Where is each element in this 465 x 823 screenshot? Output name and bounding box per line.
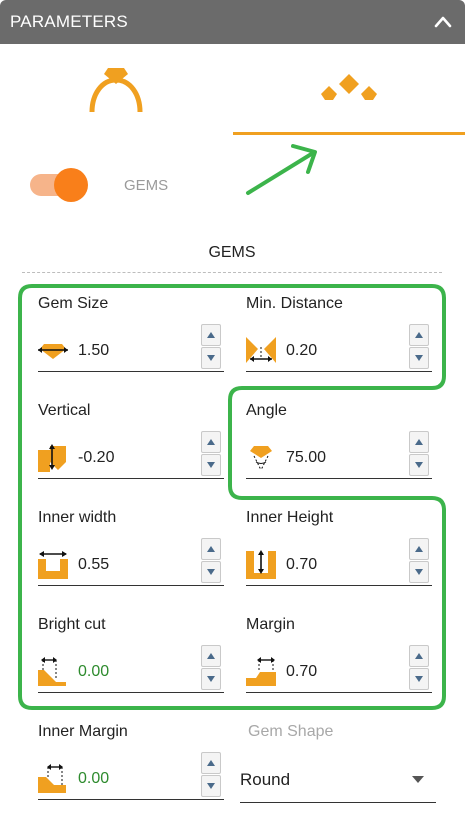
gems-icon	[321, 74, 377, 100]
field-value[interactable]: 0.70	[286, 556, 317, 574]
margin-field: Margin 0.70	[246, 616, 436, 716]
decrement-button[interactable]	[409, 347, 429, 369]
gem-size-field: Gem Size 1.50	[38, 295, 228, 395]
input-underline	[38, 585, 224, 586]
field-value[interactable]: -0.20	[78, 449, 114, 467]
increment-button[interactable]	[409, 431, 429, 453]
inner-margin-icon	[38, 764, 66, 793]
field-value[interactable]: 1.50	[78, 342, 109, 360]
increment-button[interactable]	[201, 431, 221, 453]
toggle-label: GEMS	[124, 177, 169, 194]
tab-bar	[0, 44, 465, 136]
inner-width-icon	[38, 551, 68, 579]
tab-gems[interactable]	[233, 44, 465, 136]
input-underline	[38, 692, 224, 693]
gem-shape-value: Round	[240, 770, 291, 789]
increment-button[interactable]	[201, 645, 221, 667]
section-divider	[22, 272, 442, 273]
inner-height-field: Inner Height 0.70	[246, 509, 436, 609]
decrement-button[interactable]	[201, 454, 221, 476]
min-distance-icon	[246, 337, 276, 363]
stepper	[409, 645, 429, 690]
gem-shape-label: Gem Shape	[248, 723, 334, 740]
stepper	[409, 431, 429, 476]
min-distance-field: Min. Distance 0.20	[246, 295, 436, 395]
field-label: Gem Size	[38, 295, 109, 312]
increment-button[interactable]	[409, 645, 429, 667]
input-underline	[38, 478, 224, 479]
field-value[interactable]: 0.00	[78, 770, 109, 788]
field-label: Bright cut	[38, 616, 106, 633]
toggle-knob	[54, 168, 88, 202]
ring-icon	[89, 68, 143, 113]
decrement-button[interactable]	[201, 561, 221, 583]
field-value[interactable]: 75.00	[286, 449, 326, 467]
bright-cut-icon	[38, 657, 66, 686]
field-label: Inner Margin	[38, 723, 128, 740]
field-label: Inner Height	[246, 509, 334, 526]
gems-toggle[interactable]	[30, 168, 92, 202]
margin-icon	[246, 657, 276, 686]
stepper	[201, 752, 221, 797]
field-value[interactable]: 0.70	[286, 663, 317, 681]
active-tab-indicator	[233, 132, 465, 135]
decrement-button[interactable]	[201, 775, 221, 797]
input-underline	[38, 371, 224, 372]
decrement-button[interactable]	[201, 668, 221, 690]
stepper	[409, 538, 429, 583]
section-title: GEMS	[208, 244, 256, 261]
increment-button[interactable]	[409, 538, 429, 560]
panel-title: PARAMETERS	[10, 12, 128, 31]
vertical-field: Vertical -0.20	[38, 402, 228, 502]
decrement-button[interactable]	[409, 561, 429, 583]
input-underline	[246, 692, 432, 693]
chevron-up-icon[interactable]	[433, 12, 453, 32]
stepper	[409, 324, 429, 369]
field-value[interactable]: 0.00	[78, 663, 109, 681]
tab-ring[interactable]	[0, 44, 232, 136]
bright-cut-field: Bright cut 0.00	[38, 616, 228, 716]
input-underline	[246, 371, 432, 372]
inner-width-field: Inner width 0.55	[38, 509, 228, 609]
angle-field: Angle 75.00	[246, 402, 436, 502]
decrement-button[interactable]	[409, 454, 429, 476]
field-value[interactable]: 0.20	[286, 342, 317, 360]
decrement-button[interactable]	[201, 347, 221, 369]
field-value[interactable]: 0.55	[78, 556, 109, 574]
field-label: Inner width	[38, 509, 117, 526]
stepper	[201, 538, 221, 583]
annotation-arrow	[246, 144, 317, 195]
decrement-button[interactable]	[409, 668, 429, 690]
field-label: Vertical	[38, 402, 91, 419]
increment-button[interactable]	[409, 324, 429, 346]
stepper	[201, 645, 221, 690]
field-label: Angle	[246, 402, 287, 419]
inner-height-icon	[246, 550, 276, 579]
input-underline	[246, 478, 432, 479]
stepper	[201, 431, 221, 476]
vertical-icon	[38, 444, 66, 472]
inner-margin-field: Inner Margin 0.00	[38, 723, 228, 823]
input-underline	[246, 585, 432, 586]
parameters-header: PARAMETERS	[0, 0, 465, 44]
gem-shape-select[interactable]: Round	[240, 768, 436, 803]
field-label: Min. Distance	[246, 295, 343, 312]
increment-button[interactable]	[201, 538, 221, 560]
angle-icon	[250, 446, 272, 471]
chevron-down-icon	[412, 776, 424, 783]
field-label: Margin	[246, 616, 295, 633]
input-underline	[38, 799, 224, 800]
increment-button[interactable]	[201, 324, 221, 346]
gem-size-icon	[38, 344, 68, 359]
increment-button[interactable]	[201, 752, 221, 774]
stepper	[201, 324, 221, 369]
